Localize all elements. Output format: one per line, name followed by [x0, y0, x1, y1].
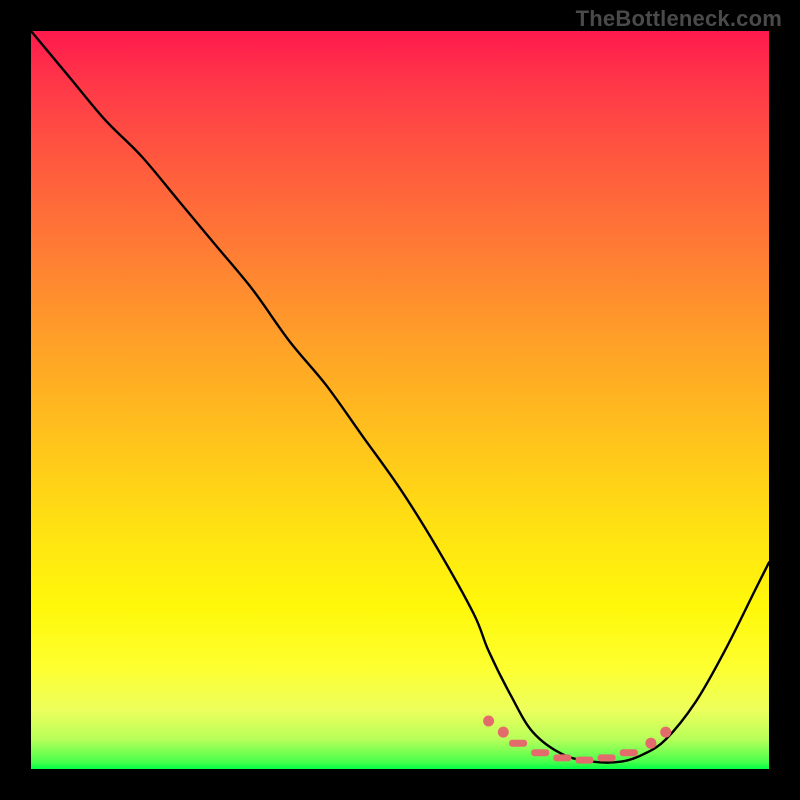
marker-dot: [483, 716, 494, 727]
bottleneck-curve: [31, 31, 769, 763]
marker-dash: [509, 740, 527, 747]
marker-group: [483, 716, 671, 764]
curve-svg: [31, 31, 769, 769]
marker-dot: [660, 727, 671, 738]
watermark-text: TheBottleneck.com: [576, 6, 782, 32]
plot-area: [31, 31, 769, 769]
marker-dash: [576, 757, 594, 764]
marker-dot: [498, 727, 509, 738]
chart-frame: TheBottleneck.com: [0, 0, 800, 800]
marker-dash: [553, 754, 571, 761]
marker-dash: [531, 749, 549, 756]
marker-dash: [620, 749, 638, 756]
marker-dash: [598, 754, 616, 761]
marker-dot: [645, 738, 656, 749]
